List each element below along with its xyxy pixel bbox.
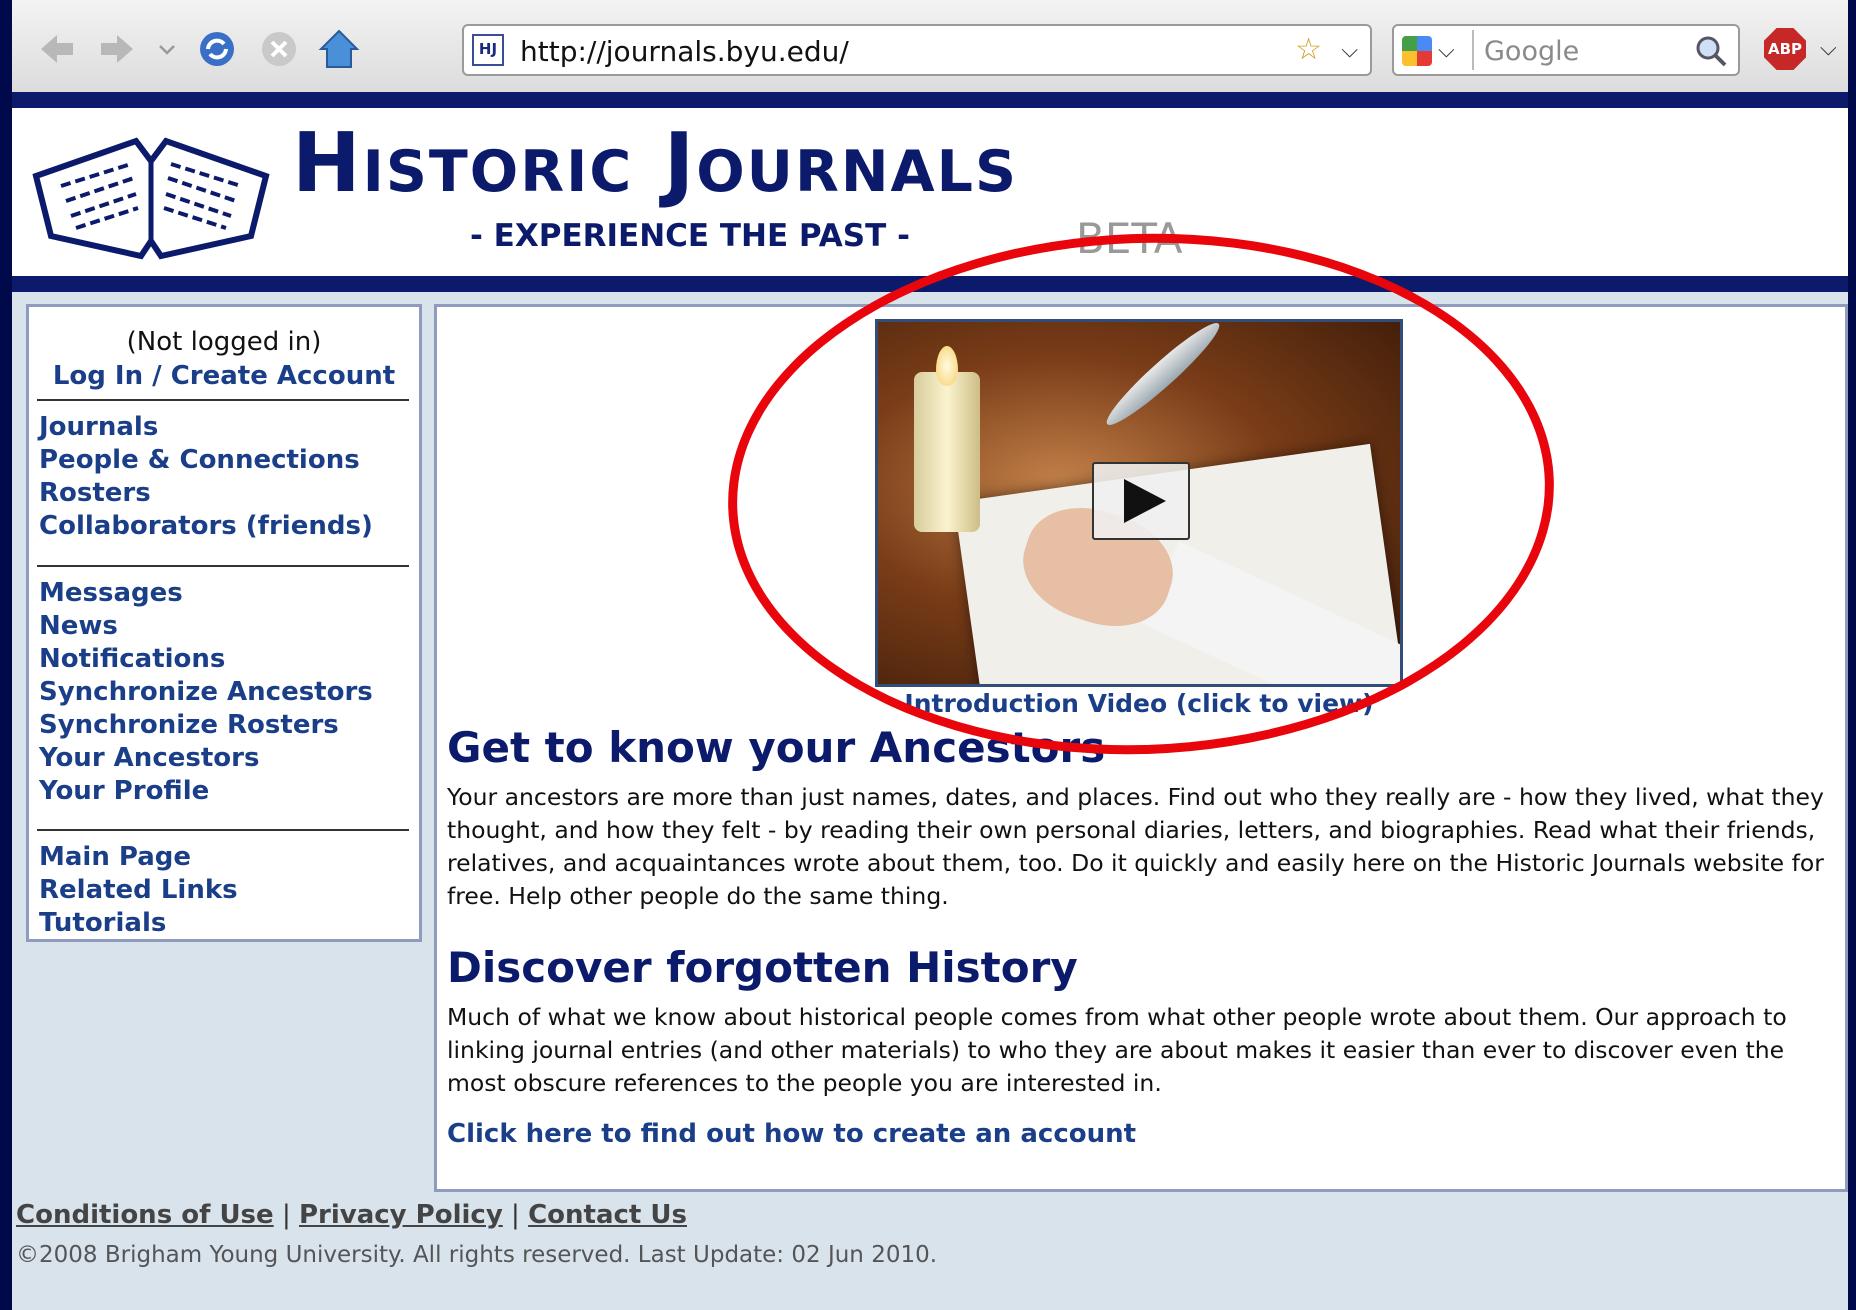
section-heading-history: Discover forgotten History [447, 943, 1078, 992]
sidebar-group-site: Main Page Related Links Tutorials [39, 841, 238, 940]
section-text-history: Much of what we know about historical pe… [447, 1003, 1787, 1097]
sidebar-item-rosters[interactable]: Rosters [39, 477, 373, 510]
header-rule [12, 92, 1848, 108]
login-link[interactable]: Log In / Create Account [29, 361, 419, 391]
sidebar-item-people-connections[interactable]: People & Connections [39, 444, 373, 477]
forward-icon[interactable] [94, 26, 140, 72]
footer-links: Conditions of Use | Privacy Policy | Con… [16, 1200, 687, 1230]
site-header: Historic Journals - EXPERIENCE THE PAST … [12, 92, 1848, 292]
sidebar-divider [37, 565, 409, 567]
sidebar-item-main-page[interactable]: Main Page [39, 841, 238, 874]
privacy-policy-link[interactable]: Privacy Policy [299, 1200, 503, 1230]
sidebar-item-journals[interactable]: Journals [39, 411, 373, 444]
footer-separator: | [281, 1200, 291, 1230]
address-bar[interactable]: HJ http://journals.byu.edu/ ☆ ⌵ [462, 24, 1372, 76]
url-text[interactable]: http://journals.byu.edu/ [520, 35, 849, 68]
footer-separator: | [511, 1200, 520, 1230]
sidebar-group-main: Journals People & Connections Rosters Co… [39, 411, 373, 543]
sidebar-item-your-ancestors[interactable]: Your Ancestors [39, 742, 373, 775]
contact-us-link[interactable]: Contact Us [528, 1200, 687, 1230]
sidebar-item-related-links[interactable]: Related Links [39, 874, 238, 907]
adblock-dropdown-icon[interactable]: ⌵ [1820, 36, 1837, 61]
login-status: (Not logged in) [126, 327, 322, 357]
history-dropdown-icon[interactable] [144, 26, 190, 72]
search-input[interactable]: Google [1484, 36, 1579, 67]
site-title[interactable]: Historic Journals [292, 116, 1018, 211]
bookmark-star-icon[interactable]: ☆ [1295, 32, 1322, 67]
stop-icon[interactable] [256, 26, 302, 72]
sidebar-item-synchronize-rosters[interactable]: Synchronize Rosters [39, 709, 373, 742]
sidebar-nav: (Not logged in) Log In / Create Account … [26, 304, 422, 942]
conditions-of-use-link[interactable]: Conditions of Use [16, 1200, 274, 1230]
site-tagline: - EXPERIENCE THE PAST - [470, 218, 910, 254]
reload-icon[interactable] [194, 26, 240, 72]
open-book-logo [32, 137, 270, 260]
site-favicon: HJ [472, 34, 504, 66]
sidebar-group-account: Messages News Notifications Synchronize … [39, 577, 373, 808]
create-account-link[interactable]: Click here to find out how to create an … [447, 1119, 1136, 1149]
search-bar[interactable]: ⌵ Google [1392, 24, 1740, 76]
sidebar-item-your-profile[interactable]: Your Profile [39, 775, 373, 808]
sidebar-divider [37, 399, 409, 401]
home-icon[interactable] [316, 26, 362, 72]
adblock-icon[interactable]: ABP [1764, 28, 1806, 70]
magnifier-icon[interactable] [1694, 34, 1728, 68]
url-dropdown-icon[interactable]: ⌵ [1341, 38, 1358, 63]
sidebar-divider [37, 829, 409, 831]
search-divider [1472, 30, 1474, 70]
browser-toolbar: HJ http://journals.byu.edu/ ☆ ⌵ ⌵ Google… [12, 0, 1848, 92]
sidebar-item-notifications[interactable]: Notifications [39, 643, 373, 676]
copyright-text: ©2008 Brigham Young University. All righ… [16, 1242, 938, 1268]
search-engine-icon[interactable] [1402, 36, 1432, 66]
back-icon[interactable] [34, 26, 80, 72]
sidebar-item-news[interactable]: News [39, 610, 373, 643]
sidebar-item-tutorials[interactable]: Tutorials [39, 907, 238, 940]
sidebar-item-collaborators[interactable]: Collaborators (friends) [39, 510, 373, 543]
search-engine-dropdown-icon[interactable]: ⌵ [1438, 38, 1455, 63]
section-text-ancestors: Your ancestors are more than just names,… [447, 783, 1824, 910]
sidebar-item-messages[interactable]: Messages [39, 577, 373, 610]
sidebar-item-synchronize-ancestors[interactable]: Synchronize Ancestors [39, 676, 373, 709]
